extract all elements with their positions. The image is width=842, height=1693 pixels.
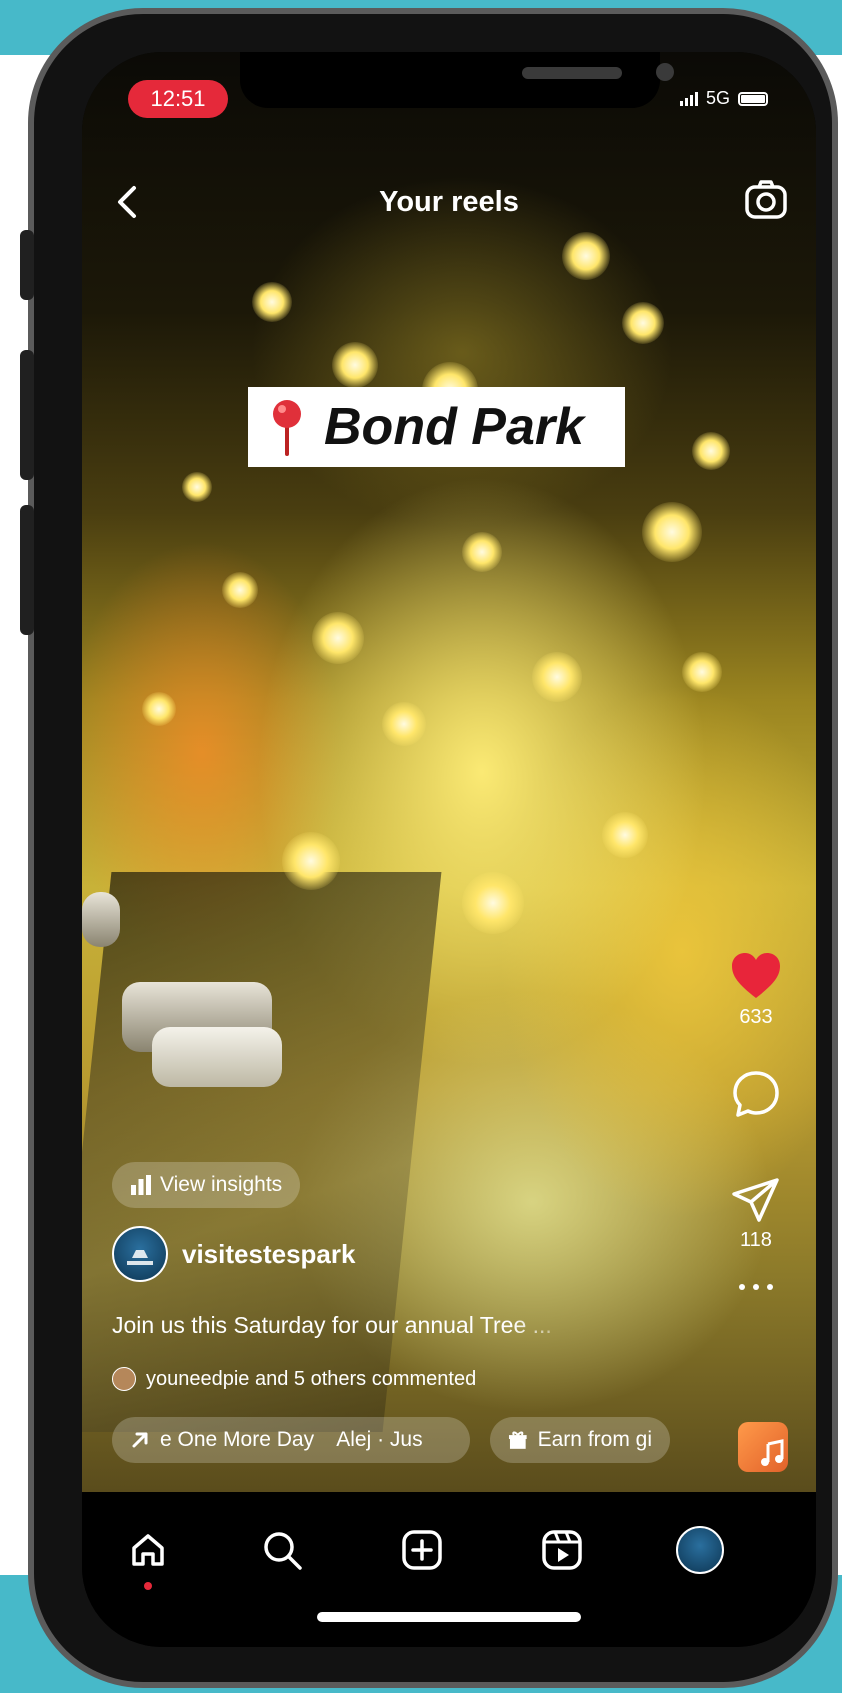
car-shape <box>82 892 120 947</box>
light-bokeh <box>332 342 378 388</box>
notch <box>240 52 674 108</box>
view-insights-label: View insights <box>160 1173 283 1196</box>
signal-icon <box>679 91 698 106</box>
volume-up-button <box>20 350 34 480</box>
tab-search[interactable] <box>254 1522 310 1578</box>
top-bar: Your reels <box>82 172 816 232</box>
earn-chip[interactable]: Earn from gi <box>490 1417 670 1463</box>
camera-icon[interactable] <box>742 176 790 224</box>
location-pin-icon <box>273 400 301 456</box>
like-count: 633 <box>739 1006 773 1028</box>
share-count: 118 <box>740 1229 772 1251</box>
light-bokeh <box>602 812 648 858</box>
street-scene <box>82 872 442 1432</box>
chip-row: e One More Day Alej · Jus Earn from gi <box>112 1417 670 1463</box>
reels-icon <box>542 1530 582 1570</box>
more-options-button[interactable] <box>716 1282 796 1292</box>
light-bokeh <box>462 872 524 934</box>
status-indicators: 5G <box>679 88 768 109</box>
audio-label: e One More Day Alej · Jus <box>160 1428 423 1451</box>
send-icon <box>732 1178 779 1222</box>
home-icon <box>132 1534 164 1566</box>
light-bokeh <box>312 612 364 664</box>
create-icon <box>402 1530 442 1570</box>
bottom-nav <box>82 1492 816 1647</box>
light-bokeh <box>562 232 610 280</box>
light-bokeh <box>642 502 702 562</box>
share-button[interactable]: 118 <box>716 1177 796 1252</box>
light-bokeh <box>692 432 730 470</box>
caption[interactable]: Join us this Saturday for our annual Tre… <box>112 1312 582 1339</box>
username[interactable]: visitestespark <box>182 1239 355 1270</box>
chevron-left-icon[interactable] <box>112 182 142 222</box>
car-shape <box>152 1027 282 1087</box>
bar-chart-icon <box>131 1175 151 1195</box>
home-indicator <box>317 1612 581 1622</box>
tab-create[interactable] <box>394 1522 450 1578</box>
search-icon <box>264 1532 302 1570</box>
light-bokeh <box>182 472 212 502</box>
comment-icon <box>733 1071 779 1117</box>
light-bokeh <box>462 532 502 572</box>
light-bokeh <box>222 572 258 608</box>
mute-switch <box>20 230 34 300</box>
light-bokeh <box>252 282 292 322</box>
audio-chip[interactable]: e One More Day Alej · Jus <box>112 1417 470 1463</box>
light-bokeh <box>282 832 340 890</box>
like-button[interactable]: 633 <box>716 952 796 1029</box>
status-time: 12:51 <box>128 80 228 118</box>
action-column: 633 118 <box>716 952 796 1292</box>
earn-label: Earn from gi <box>537 1428 652 1451</box>
music-note-icon <box>761 1439 784 1466</box>
user-row: visitestespark <box>112 1224 355 1284</box>
gift-icon <box>508 1431 527 1449</box>
front-camera <box>656 63 674 81</box>
speaker-grille <box>522 67 622 79</box>
commented-text: youneedpie and 5 others commented <box>146 1367 477 1390</box>
audio-thumbnail[interactable] <box>738 1422 788 1472</box>
comments-preview[interactable]: youneedpie and 5 others commented <box>112 1367 476 1391</box>
heart-icon <box>732 953 780 998</box>
location-sticker[interactable]: Bond Park <box>248 387 625 467</box>
arrow-up-right-icon <box>132 1432 148 1448</box>
active-tab-indicator <box>144 1582 152 1590</box>
avatar[interactable] <box>112 1226 168 1282</box>
battery-icon <box>738 91 768 106</box>
phone-screen: 12:51 5G Your reels Bond Park 633 118 Vi… <box>82 52 816 1647</box>
view-insights-button[interactable]: View insights <box>112 1162 301 1208</box>
light-bokeh <box>382 702 426 746</box>
comment-button[interactable] <box>716 1069 796 1119</box>
commenter-avatar <box>112 1367 136 1391</box>
tab-reels[interactable] <box>534 1522 590 1578</box>
location-name: Bond Park <box>324 398 585 456</box>
light-bokeh <box>682 652 722 692</box>
page-title: Your reels <box>379 186 519 218</box>
elk-logo-icon <box>127 1250 153 1265</box>
profile-avatar <box>676 1526 724 1574</box>
tab-home[interactable] <box>120 1522 176 1578</box>
more-dots-icon <box>739 1284 773 1290</box>
tab-profile[interactable] <box>672 1522 728 1578</box>
light-bokeh <box>532 652 582 702</box>
volume-down-button <box>20 505 34 635</box>
light-bokeh <box>622 302 664 344</box>
network-label: 5G <box>705 88 730 108</box>
light-bokeh <box>142 692 176 726</box>
